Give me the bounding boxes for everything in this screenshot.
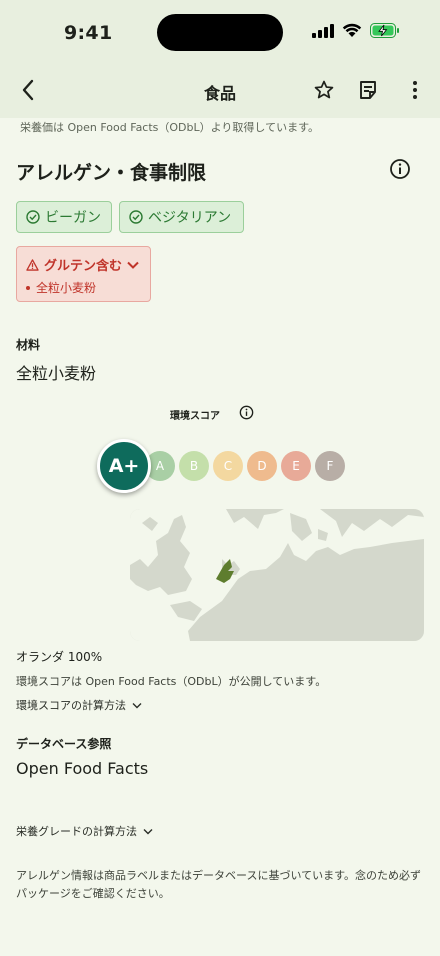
link-label: 環境スコアの計算方法 [16, 699, 126, 712]
ingredients-label: 材料 [16, 338, 41, 352]
link-label: 栄養グレードの計算方法 [16, 825, 137, 838]
eco-score-label: 環境スコア [170, 411, 220, 422]
eco-score-source-note: 環境スコアは Open Food Facts（ODbL）が公開しています。 [16, 675, 327, 688]
warning-header: グルテン含む [26, 255, 139, 274]
eco-grade-f: F [315, 451, 345, 481]
more-options-button[interactable] [401, 76, 429, 104]
eco-grade-d: D [247, 451, 277, 481]
wifi-icon [342, 23, 362, 37]
nutrition-source-note: 栄養価は Open Food Facts（ODbL）より取得しています。 [20, 121, 319, 134]
chevron-down-icon [132, 702, 142, 708]
allergen-info-button[interactable] [389, 158, 411, 180]
chip-label: ビーガン [45, 210, 101, 226]
star-outline-icon [314, 80, 334, 99]
eco-score-info-button[interactable] [239, 405, 254, 420]
warning-title: グルテン含む [44, 259, 123, 274]
status-icons [312, 23, 400, 38]
status-bar: 9:41 [0, 0, 440, 62]
chevron-down-icon [143, 828, 153, 834]
dynamic-island [157, 14, 283, 51]
eco-grade-e: E [281, 451, 311, 481]
chip-label: ベジタリアン [148, 210, 232, 226]
eco-score-calc-link[interactable]: 環境スコアの計算方法 [16, 697, 142, 713]
info-icon [239, 405, 254, 420]
battery-charging-icon [370, 23, 399, 38]
check-circle-icon [129, 210, 143, 224]
allergen-disclaimer: アレルゲン情報は商品ラベルまたはデータベースに基づいています。念のため必ずパッケ… [16, 869, 422, 900]
note-icon [360, 81, 376, 99]
europe-map [130, 509, 424, 641]
status-time: 9:41 [64, 22, 113, 44]
eco-score-current-badge: A+ [97, 439, 151, 493]
cellular-signal-icon [312, 23, 334, 38]
database-value: Open Food Facts [16, 759, 149, 778]
diet-chip-vegetarian: ベジタリアン [119, 201, 244, 233]
nutrition-grade-calc-link[interactable]: 栄養グレードの計算方法 [16, 823, 153, 839]
app-bar: 食品 [0, 62, 440, 118]
origin-map [130, 509, 424, 641]
eco-grade-c: C [213, 451, 243, 481]
eco-grade-b: B [179, 451, 209, 481]
check-circle-icon [26, 210, 40, 224]
warning-item-label: 全粒小麦粉 [36, 281, 97, 295]
chevron-down-icon [127, 261, 139, 269]
favorite-button[interactable] [310, 76, 338, 104]
info-icon [390, 159, 410, 179]
warning-triangle-icon [26, 258, 39, 271]
origin-value: オランダ 100% [16, 650, 103, 664]
more-vertical-icon [413, 81, 417, 99]
gluten-warning-card[interactable]: グルテン含む 全粒小麦粉 [16, 246, 151, 302]
allergen-section-title: アレルゲン・食事制限 [16, 162, 207, 184]
diet-chip-vegan: ビーガン [16, 201, 112, 233]
warning-item: 全粒小麦粉 [26, 279, 96, 296]
bullet-dot [26, 285, 30, 290]
database-label: データベース参照 [16, 737, 112, 751]
notes-button[interactable] [354, 76, 382, 104]
ingredients-value: 全粒小麦粉 [16, 364, 97, 383]
